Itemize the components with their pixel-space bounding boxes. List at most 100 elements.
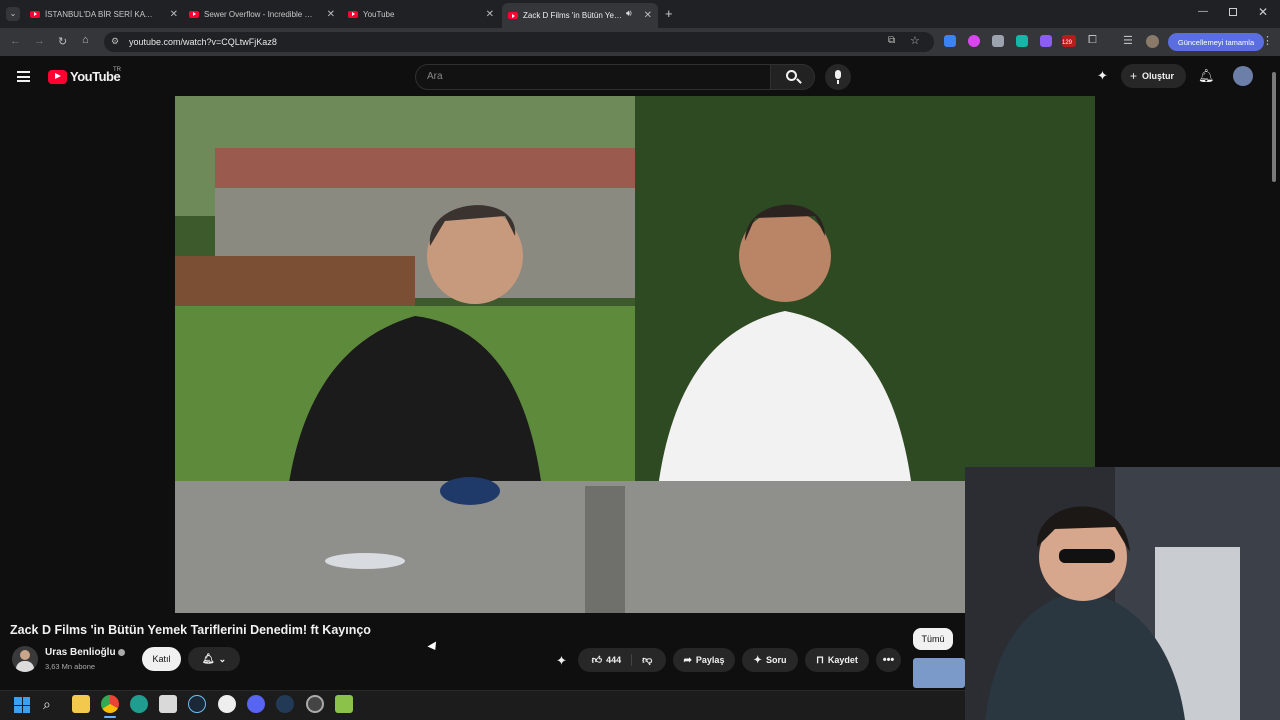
ai-sparkle-icon[interactable]: ✦ [556,653,567,669]
browser-tab[interactable]: Sewer Overflow - Incredible din ✕ [189,4,337,24]
extension-icon[interactable] [944,35,956,47]
url-text[interactable]: youtube.com/watch?v=CQLtwFjKaz8 [129,37,277,47]
home-icon[interactable]: ⌂ [82,34,89,46]
browser-tab-active[interactable]: Zack D Films 'in Bütün Yeme 🔊︎ ✕ [502,3,658,28]
extension-icon[interactable] [1016,35,1028,47]
channel-name[interactable]: Uras Benlioğlu [45,647,116,658]
extension-icon[interactable] [992,35,1004,47]
speaker-icon[interactable]: 🔊︎ [626,8,632,19]
search-placeholder: Ara [427,71,443,82]
discord-icon[interactable] [247,695,265,713]
youtube-play-logo-icon [48,69,67,84]
browser-tab-strip: ⌄ İSTANBUL'DA BİR SERİ KATİL - ✕ Sewer O… [0,0,1280,28]
more-actions-button[interactable]: ••• [876,648,901,672]
like-button[interactable]: 👍︎ 444 [591,654,633,666]
verified-badge-icon [118,649,125,656]
active-app-indicator [104,716,116,718]
steam-icon[interactable] [276,695,294,713]
bell-icon: 🔔︎ [201,653,215,665]
edge-icon[interactable] [130,695,148,713]
webcam-frame [965,467,1280,720]
extension-icon[interactable] [968,35,980,47]
new-tab-button[interactable]: + [665,6,673,21]
yandex-icon[interactable] [218,695,236,713]
windows-start-icon[interactable] [14,697,30,713]
reading-list-icon[interactable]: ☰ [1123,34,1133,47]
video-title: Zack D Films 'in Bütün Yemek Tariflerini… [10,623,371,637]
recommended-thumbnail[interactable] [913,658,965,688]
update-button[interactable]: Güncellemeyi tamamla [1168,33,1264,51]
bookmark-icon: ⊓ [816,654,824,666]
search-input[interactable]: Ara [415,64,771,90]
youtube-logo[interactable]: YouTube [48,69,121,84]
bookmark-star-icon[interactable]: ☆ [910,34,920,47]
subscriber-count: 3,63 Mn abone [45,662,96,671]
install-app-icon[interactable]: ⧉ [888,35,895,46]
share-button[interactable]: ➦ Paylaş [673,648,735,672]
tab-close-icon[interactable]: ✕ [644,10,652,21]
chevron-down-icon: ⌄ [218,653,227,664]
share-label: Paylaş [695,655,725,665]
search-button[interactable] [771,64,815,90]
browser-tab[interactable]: İSTANBUL'DA BİR SERİ KATİL - ✕ [30,4,180,24]
voice-search-button[interactable] [825,64,851,90]
browser-menu-icon[interactable]: ⋮ [1262,34,1273,47]
steam-icon[interactable] [188,695,206,713]
restore-button[interactable] [1229,8,1237,16]
back-icon[interactable]: ← [10,35,21,47]
youtube-favicon-icon [30,10,40,18]
extension-badge: 129 [1062,40,1073,46]
app-icon[interactable] [306,695,324,713]
tab-close-icon[interactable]: ✕ [170,9,178,20]
site-info-icon[interactable]: ⚙︎ [111,36,119,47]
ai-sparkle-icon[interactable]: ✦ [1097,68,1108,84]
extensions-puzzle-icon[interactable]: ⧠ [1088,34,1097,47]
profile-avatar-icon[interactable] [1146,35,1159,48]
sparkle-icon: ✦ [753,654,762,666]
thumbs-up-icon: 👍︎ [591,655,603,666]
tab-search-icon[interactable]: ⌄ [6,7,20,21]
extension-icons: 129 [942,35,1082,49]
tab-title: Sewer Overflow - Incredible din [204,9,314,19]
file-explorer-icon[interactable] [72,695,90,713]
chip-all-label: Tümü [921,634,945,644]
ask-button[interactable]: ✦ Soru [742,648,798,672]
save-label: Kaydet [827,655,858,665]
reload-icon[interactable]: ↻ [58,35,67,48]
share-icon: ➦ [683,654,692,666]
forward-icon[interactable]: → [34,35,45,47]
notifications-bell-icon[interactable]: 🔔︎ [1198,68,1215,84]
plus-icon: + [1130,69,1138,83]
create-label: Oluştur [1142,71,1175,81]
youtube-favicon-icon [508,12,518,19]
join-label: Katıl [152,654,171,664]
store-icon[interactable] [159,695,177,713]
region-code: TR [113,67,121,73]
close-window-button[interactable]: ✕ [1258,5,1268,19]
video-player[interactable] [175,96,1095,613]
guide-menu-icon[interactable] [17,71,30,82]
thumbs-down-icon: 👎︎ [642,655,653,666]
app-icon[interactable] [335,695,353,713]
tab-close-icon[interactable]: ✕ [486,9,494,20]
minimize-button[interactable]: — [1198,6,1208,17]
update-button-label: Güncellemeyi tamamla [1177,37,1255,47]
dislike-button[interactable]: 👎︎ [636,654,652,666]
page-scrollbar[interactable] [1272,72,1276,182]
youtube-favicon-icon [189,10,199,18]
taskbar-search-icon[interactable]: ⌕ [43,696,51,713]
video-frame [175,96,1095,613]
account-avatar[interactable] [1233,66,1253,86]
subscribed-bell-button[interactable]: 🔔︎ ⌄ [188,647,240,671]
like-count: 444 [606,655,622,665]
browser-tab[interactable]: YouTube ✕ [348,4,496,24]
create-button[interactable]: + Oluştur [1121,64,1186,88]
tab-close-icon[interactable]: ✕ [327,9,335,20]
chrome-icon[interactable] [101,695,119,713]
youtube-favicon-icon [348,10,358,18]
save-button[interactable]: ⊓ Kaydet [805,648,869,672]
extension-icon[interactable] [1040,35,1052,47]
chip-all[interactable]: Tümü [913,628,953,650]
join-button[interactable]: Katıl [142,647,181,671]
channel-avatar[interactable] [12,646,38,672]
